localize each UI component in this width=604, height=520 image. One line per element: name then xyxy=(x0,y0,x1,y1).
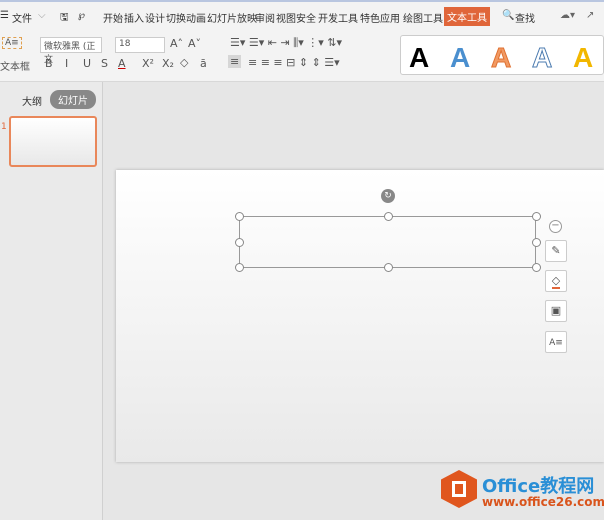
tab-insert[interactable]: 插入 xyxy=(124,10,144,25)
collapse-icon[interactable]: − xyxy=(549,220,562,233)
resize-handle[interactable] xyxy=(235,238,244,247)
resize-handle[interactable] xyxy=(532,238,541,247)
underline-button[interactable]: U xyxy=(83,57,91,70)
format-painter-icon[interactable]: ℘ xyxy=(78,10,85,21)
search-button[interactable]: 查找 xyxy=(515,10,535,25)
wordart-style-4[interactable]: A xyxy=(531,42,552,74)
wordart-style-2[interactable]: A xyxy=(450,42,470,74)
resize-handle[interactable] xyxy=(235,212,244,221)
tab-design[interactable]: 设计 xyxy=(145,10,165,25)
wordart-gallery: A A A A A xyxy=(400,35,604,75)
save-icon[interactable]: 🖫 xyxy=(60,10,69,27)
wordart-style-1[interactable]: A xyxy=(409,42,429,74)
tab-slideshow[interactable]: 幻灯片放映 xyxy=(207,10,257,25)
tab-view[interactable]: 视图 xyxy=(276,10,296,25)
cloud-icon[interactable]: ☁▾ xyxy=(560,10,575,21)
bullet-list-icon[interactable]: ☰▾ ☰▾ ⇤ ⇥ ⫼▾ ⋮▾ ⇅▾ xyxy=(230,36,342,50)
tab-review[interactable]: 审阅 xyxy=(255,10,275,25)
textbox-button[interactable]: 文本框 xyxy=(0,58,30,73)
align-left-icon[interactable]: ≡ xyxy=(228,55,242,68)
file-menu[interactable]: 文件 xyxy=(12,10,32,25)
share-icon[interactable]: ↗ xyxy=(586,10,594,21)
tab-text-tools[interactable]: 文本工具 xyxy=(444,7,490,26)
brush-icon: ✎ xyxy=(551,244,561,257)
tab-outline[interactable]: 大纲 xyxy=(22,93,42,108)
watermark-url: www.office26.com xyxy=(482,495,604,509)
tab-drawing-tools[interactable]: 绘图工具 xyxy=(403,10,443,25)
outline-button[interactable]: ▣ xyxy=(545,300,567,322)
textbox-icon[interactable]: A≡ xyxy=(2,37,22,49)
fill-button[interactable]: ◇ xyxy=(545,270,567,292)
resize-handle[interactable] xyxy=(384,263,393,272)
resize-handle[interactable] xyxy=(532,263,541,272)
menu-icon[interactable]: ☰ xyxy=(0,10,9,21)
search-icon[interactable]: 🔍 xyxy=(502,10,514,21)
clear-format-icon[interactable]: ◇ xyxy=(180,56,188,69)
fill-bucket-icon: ◇ xyxy=(551,274,561,289)
tab-start[interactable]: 开始 xyxy=(103,10,123,25)
slide-number: 1 xyxy=(1,122,7,132)
menu-bar: ☰ 文件 ⌵ 🖫 ℘ 开始 插入 设计 切换 动画 幻灯片放映 审阅 视图 安全… xyxy=(0,0,604,31)
grow-font-icon[interactable]: A˄ xyxy=(170,37,183,50)
font-name-select[interactable]: 微软雅黑 (正文 xyxy=(40,37,102,65)
tab-developer[interactable]: 开发工具 xyxy=(318,10,358,25)
outline-icon: ▣ xyxy=(550,304,562,317)
resize-handle[interactable] xyxy=(384,212,393,221)
text-wrap-icon: A≡ xyxy=(549,338,563,348)
superscript-button[interactable]: X² xyxy=(142,57,154,70)
font-size-select[interactable]: 18 xyxy=(115,37,165,53)
font-color-button[interactable]: A xyxy=(118,57,126,70)
resize-handle[interactable] xyxy=(235,263,244,272)
tab-security[interactable]: 安全 xyxy=(296,10,316,25)
strikethrough-button[interactable]: S xyxy=(101,57,108,70)
wordart-style-3[interactable]: A xyxy=(490,42,511,74)
tab-special[interactable]: 特色应用 xyxy=(360,10,400,25)
wordart-style-5[interactable]: A xyxy=(573,42,593,74)
office-logo-mark xyxy=(452,481,466,497)
chevron-down-icon[interactable]: ⌵ xyxy=(38,10,46,21)
text-wrap-button[interactable]: A≡ xyxy=(545,331,567,353)
italic-button[interactable]: I xyxy=(65,57,68,70)
tab-slides[interactable]: 幻灯片 xyxy=(50,90,96,109)
align-icons[interactable]: ≡ ≡ ≡ ⊟ ⇕ ⇕ ☰▾ xyxy=(248,56,340,69)
slide-thumbnail[interactable] xyxy=(9,116,97,167)
subscript-button[interactable]: X₂ xyxy=(162,57,174,70)
text-box[interactable] xyxy=(239,216,536,268)
ribbon: A≡ 文本框 微软雅黑 (正文 18 A˄ A˅ B I U S A X² X₂… xyxy=(0,31,604,82)
character-format-button[interactable]: ā xyxy=(200,57,207,70)
slide-panel: 大纲 幻灯片 1 xyxy=(0,82,103,520)
shape-style-button[interactable]: ✎ xyxy=(545,240,567,262)
tab-animation[interactable]: 动画 xyxy=(186,10,206,25)
resize-handle[interactable] xyxy=(532,212,541,221)
rotate-handle-icon[interactable]: ↻ xyxy=(381,189,395,203)
bold-button[interactable]: B xyxy=(45,57,53,70)
tab-transition[interactable]: 切换 xyxy=(166,10,186,25)
shrink-font-icon[interactable]: A˅ xyxy=(188,37,201,50)
slide-canvas[interactable] xyxy=(116,170,604,462)
